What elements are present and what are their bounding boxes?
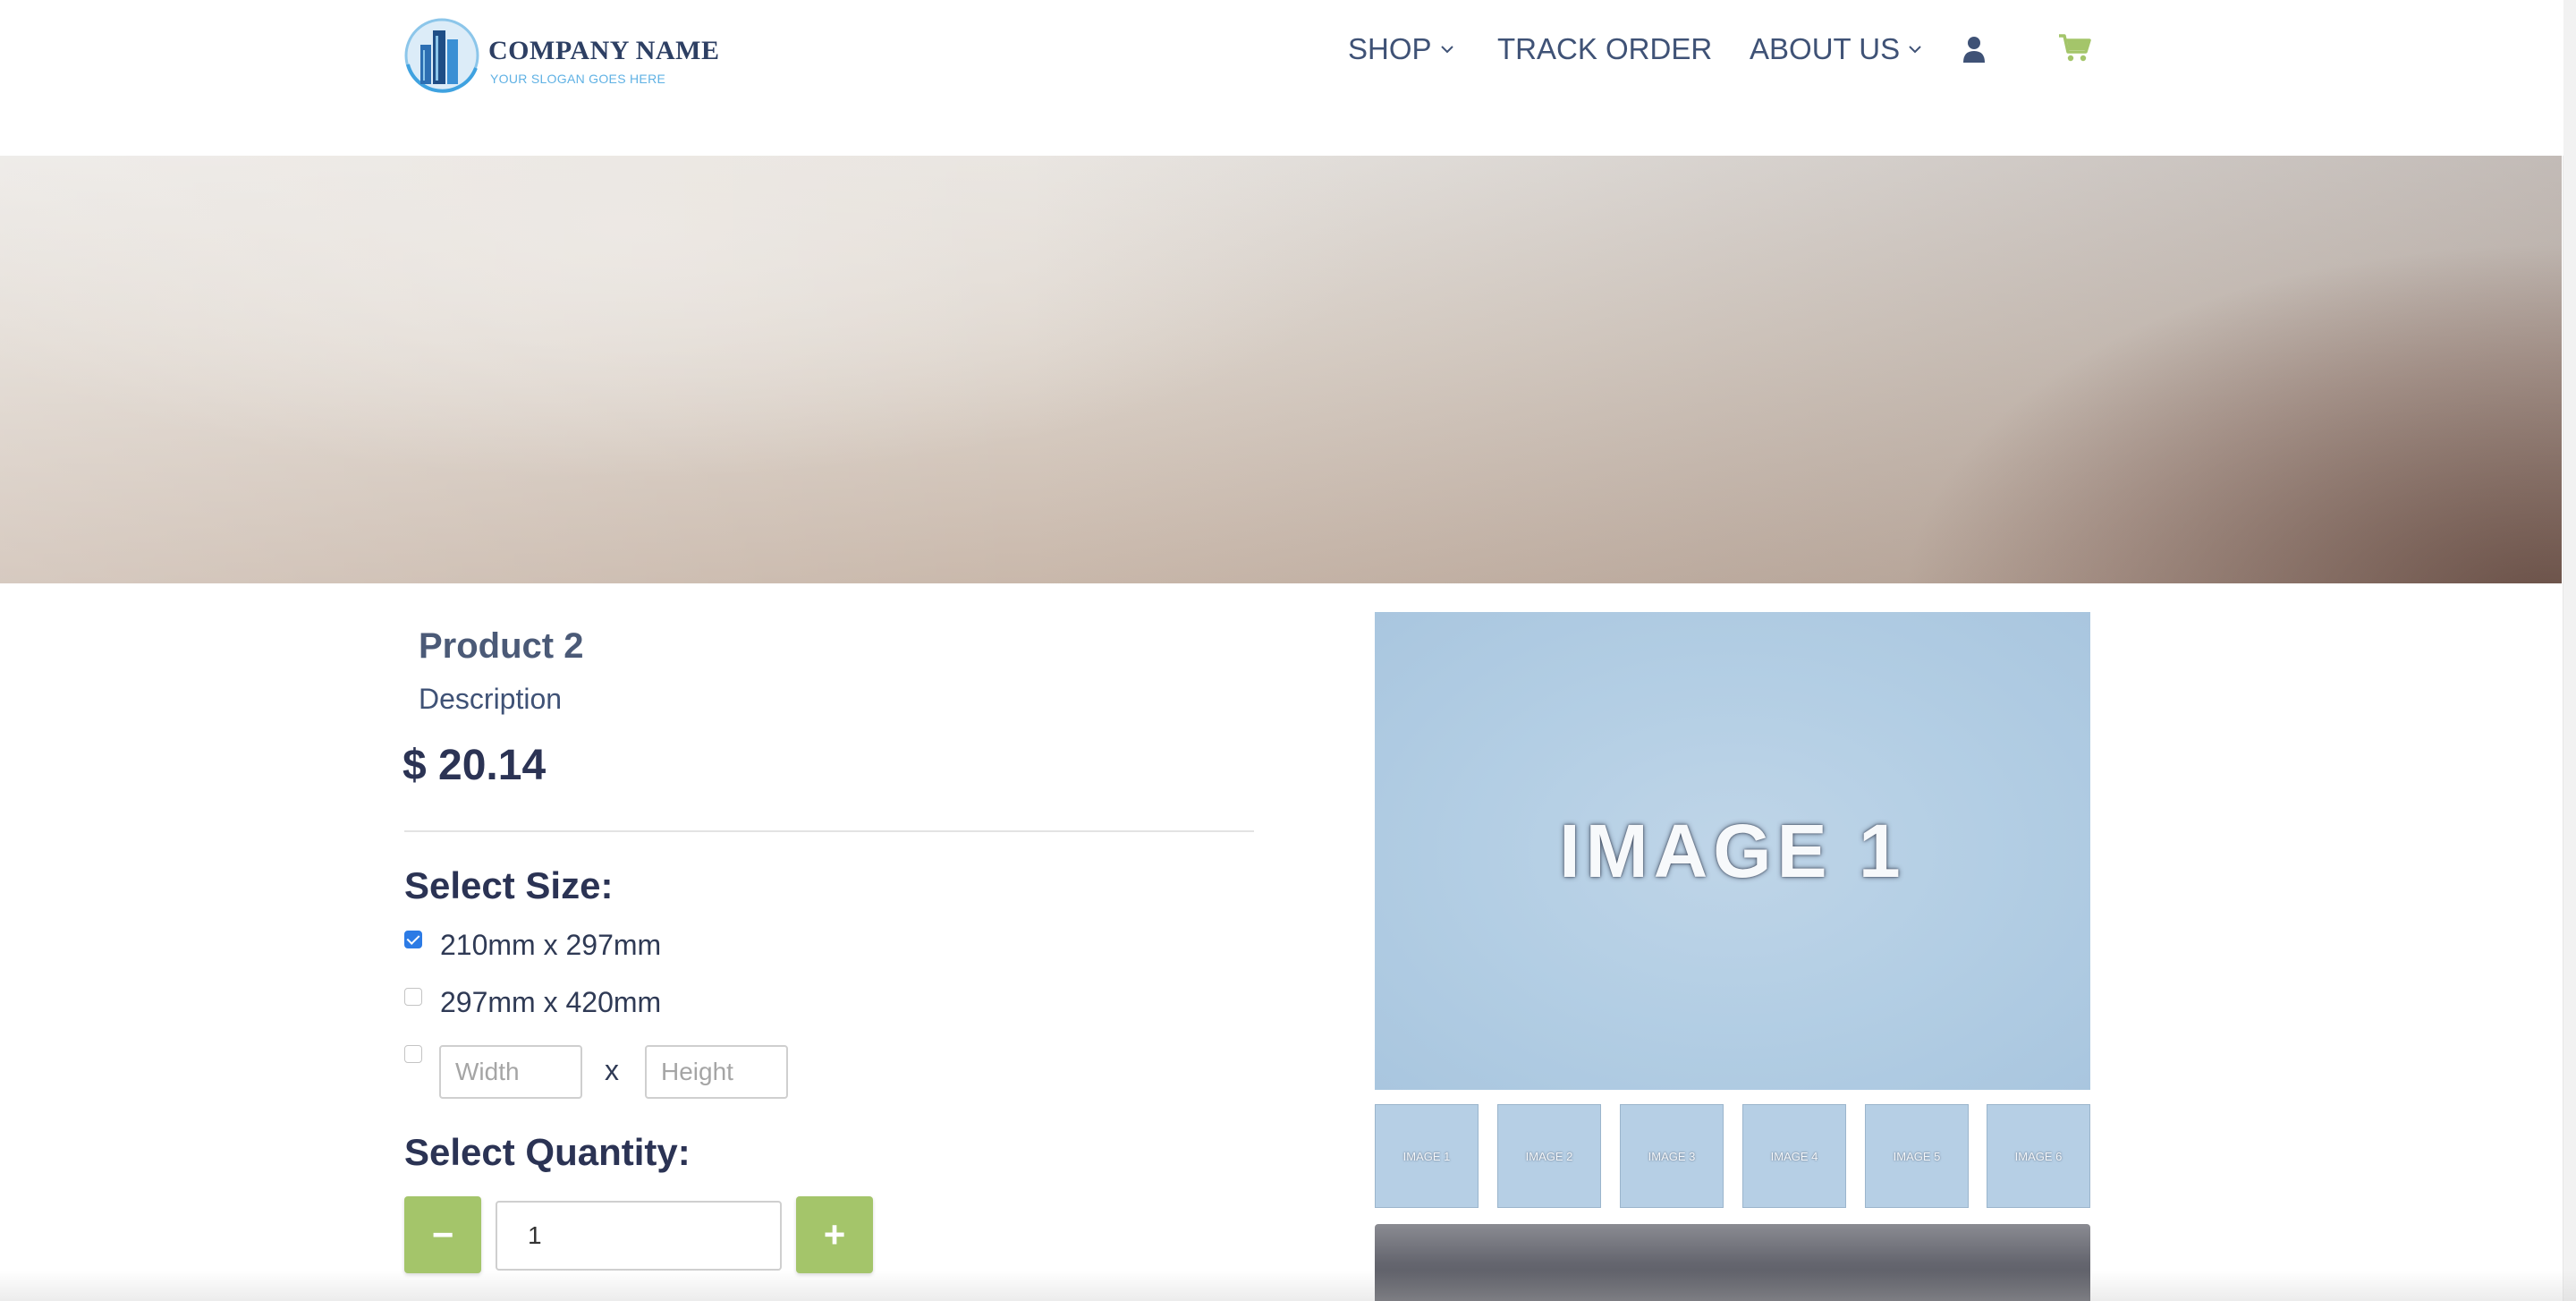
thumbnail-label: IMAGE 5	[1893, 1149, 1941, 1163]
product-description: Description	[419, 683, 563, 715]
thumbnail-label: IMAGE 6	[2014, 1149, 2063, 1163]
user-icon[interactable]	[1962, 34, 1986, 64]
chevron-down-icon	[1440, 46, 1453, 54]
product-price: $ 20.14	[402, 742, 547, 789]
thumbnail-label: IMAGE 3	[1648, 1149, 1696, 1163]
nav-shop-label: SHOP	[1348, 32, 1432, 65]
custom-height-input[interactable]	[645, 1045, 788, 1099]
size-a3-checkbox[interactable]	[404, 988, 422, 1006]
building-logo-icon	[404, 18, 479, 93]
nav-about-us[interactable]: ABOUT US	[1750, 27, 1923, 72]
size-custom-checkbox[interactable]	[404, 1045, 422, 1063]
select-quantity-heading: Select Quantity:	[404, 1131, 691, 1173]
secondary-image-panel	[1375, 1224, 2090, 1301]
nav-about-us-label: ABOUT US	[1750, 32, 1901, 65]
thumbnail-label: IMAGE 1	[1402, 1149, 1451, 1163]
quantity-input[interactable]	[496, 1201, 782, 1271]
nav-shop[interactable]: SHOP	[1348, 27, 1455, 72]
company-slogan: YOUR SLOGAN GOES HERE	[490, 72, 666, 86]
thumbnail-6[interactable]: IMAGE 6	[1987, 1104, 2090, 1208]
size-option-a4[interactable]: 210mm x 297mm	[404, 929, 662, 962]
select-size-heading: Select Size:	[404, 864, 614, 906]
company-logo[interactable]: COMPANY NAME YOUR SLOGAN GOES HERE	[404, 11, 719, 97]
chevron-down-icon	[1909, 46, 1921, 54]
thumbnail-strip: IMAGE 1 IMAGE 2 IMAGE 3 IMAGE 4 IMAGE 5 …	[1375, 1104, 2090, 1208]
thumbnail-4[interactable]: IMAGE 4	[1742, 1104, 1846, 1208]
main-product-image[interactable]: IMAGE 1	[1375, 612, 2090, 1090]
nav-track-order-label: TRACK ORDER	[1497, 32, 1713, 65]
bottom-shadow	[0, 1271, 2576, 1301]
increase-quantity-button[interactable]: +	[796, 1196, 873, 1273]
decrease-quantity-button[interactable]: −	[404, 1196, 481, 1273]
divider	[404, 830, 1254, 832]
size-option-custom[interactable]	[404, 1045, 422, 1063]
thumbnail-5[interactable]: IMAGE 5	[1865, 1104, 1969, 1208]
plus-icon: +	[823, 1213, 846, 1255]
company-name: COMPANY NAME	[488, 36, 720, 65]
minus-icon: −	[431, 1213, 454, 1255]
hero-overlay	[0, 156, 2562, 583]
nav-track-order[interactable]: TRACK ORDER	[1497, 27, 1712, 72]
site-header: COMPANY NAME YOUR SLOGAN GOES HERE SHOP …	[0, 0, 2563, 156]
thumbnail-3[interactable]: IMAGE 3	[1620, 1104, 1724, 1208]
thumbnail-2[interactable]: IMAGE 2	[1497, 1104, 1601, 1208]
thumbnail-1[interactable]: IMAGE 1	[1375, 1104, 1479, 1208]
thumbnail-label: IMAGE 4	[1770, 1149, 1818, 1163]
thumbnail-label: IMAGE 2	[1525, 1149, 1573, 1163]
size-a4-checkbox[interactable]	[404, 931, 422, 948]
scrollbar-track[interactable]	[2563, 0, 2576, 1301]
product-title: Product 2	[419, 626, 584, 666]
custom-width-input[interactable]	[439, 1045, 582, 1099]
main-image-label: IMAGE 1	[1559, 808, 1906, 893]
dimension-separator: x	[605, 1054, 619, 1086]
size-a4-label: 210mm x 297mm	[440, 929, 662, 961]
size-a3-label: 297mm x 420mm	[440, 986, 662, 1018]
shopping-cart-icon[interactable]	[2057, 32, 2093, 63]
size-option-a3[interactable]: 297mm x 420mm	[404, 986, 662, 1019]
